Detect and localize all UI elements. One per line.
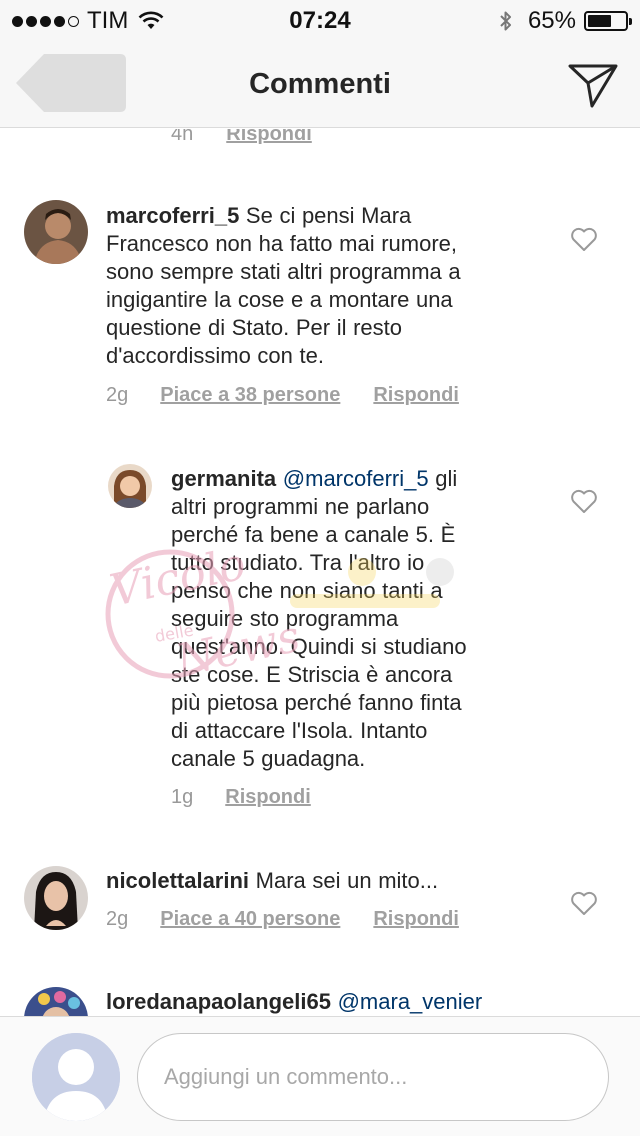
comment-age: 1g [171, 786, 194, 808]
reply-link[interactable]: Rispondi [373, 384, 459, 407]
carrier-name: TIM [87, 7, 129, 34]
comment-text: loredanapaolangeli65 @mara_venier [106, 988, 546, 1016]
comment-line: più pietosa perché fanno finta [171, 690, 462, 715]
nav-bar: Commenti [0, 40, 640, 128]
status-right: 65% [498, 7, 632, 35]
comment-line: di attaccare l'Isola. Intanto [171, 718, 428, 743]
paper-plane-icon[interactable] [568, 62, 618, 108]
likes-link[interactable]: Piace a 38 persone [160, 384, 340, 407]
comment-line: questione di Stato. Per il resto [106, 315, 402, 340]
comment-line: tutto studiato. Tra l'altro io [171, 550, 425, 575]
comment-username[interactable]: marcoferri_5 [106, 203, 239, 228]
reply-link[interactable]: Rispondi [373, 908, 459, 931]
likes-link[interactable]: Piace a 40 persone [160, 908, 340, 931]
comment-text: germanita @marcoferri_5 gli altri progra… [171, 465, 551, 773]
battery-percent: 65% [527, 7, 576, 34]
comment-line: sono sempre stati altri programma a [106, 259, 461, 284]
comment-age: 2g [106, 384, 129, 406]
back-arrow-icon[interactable] [16, 54, 126, 112]
comment-line: seguire sto programma [171, 606, 399, 631]
like-heart-icon[interactable] [570, 226, 598, 252]
comment-line: ste cose. E Striscia è ancora [171, 662, 453, 687]
wifi-icon [138, 11, 164, 29]
bluetooth-icon [500, 11, 511, 31]
comment-line: ingigantire la cose e a montare una [106, 287, 453, 312]
comment-line: altri programmi ne parlano [171, 494, 430, 519]
compose-bar: Aggiungi un commento... [0, 1016, 640, 1136]
like-heart-icon[interactable] [570, 890, 598, 916]
comment-input[interactable]: Aggiungi un commento... [137, 1033, 609, 1121]
comment-line: Mara sei un mito... [249, 868, 439, 893]
comment-line: Se ci pensi Mara [239, 203, 412, 228]
avatar[interactable] [24, 200, 88, 264]
comment-meta: 2g Piace a 38 persone Rispondi [106, 384, 459, 407]
mention-link[interactable]: @mara_venier [338, 989, 483, 1014]
like-heart-icon[interactable] [570, 488, 598, 514]
battery-level [588, 15, 612, 27]
comment-text: marcoferri_5 Se ci pensi Mara Francesco … [106, 202, 546, 370]
avatar[interactable] [108, 464, 152, 508]
avatar[interactable] [24, 987, 88, 1016]
reply-link[interactable]: Rispondi [225, 786, 311, 809]
comment-meta: 2g Piace a 40 persone Rispondi [106, 908, 459, 931]
comment-meta: 1g Rispondi [171, 786, 311, 809]
comment-age: 4h [171, 129, 194, 145]
comment-line: penso che non siano tanti a [171, 578, 443, 603]
comment-line: d'accordissimo con te. [106, 343, 324, 368]
status-left: TIM [12, 7, 164, 35]
mention-link[interactable]: @marcoferri_5 [283, 466, 429, 491]
comment-line: Francesco non ha fatto mai rumore, [106, 231, 457, 256]
comment-username[interactable]: loredanapaolangeli65 [106, 989, 331, 1014]
comment-username[interactable]: germanita [171, 466, 276, 491]
comment-text: nicolettalarini Mara sei un mito... [106, 867, 546, 895]
comment-line: quest'anno. Quindi si studiano [171, 634, 467, 659]
status-bar: TIM 07:24 65% [0, 0, 640, 40]
battery-icon [584, 11, 632, 31]
comment-line: canale 5 guadagna. [171, 746, 366, 771]
comment-age: 2g [106, 908, 129, 930]
comment-line: perché fa bene a canale 5. È [171, 522, 456, 547]
reply-link[interactable]: Rispondi [226, 129, 312, 146]
comment-meta: 4h Rispondi [171, 129, 312, 146]
avatar[interactable] [24, 866, 88, 930]
comment-username[interactable]: nicolettalarini [106, 868, 249, 893]
user-avatar [32, 1033, 120, 1121]
comments-list[interactable]: 4h Rispondi marcoferri_5 Se ci pensi Mar… [0, 129, 640, 1016]
signal-strength-icon [12, 15, 79, 27]
comment-line: gli [428, 466, 458, 491]
